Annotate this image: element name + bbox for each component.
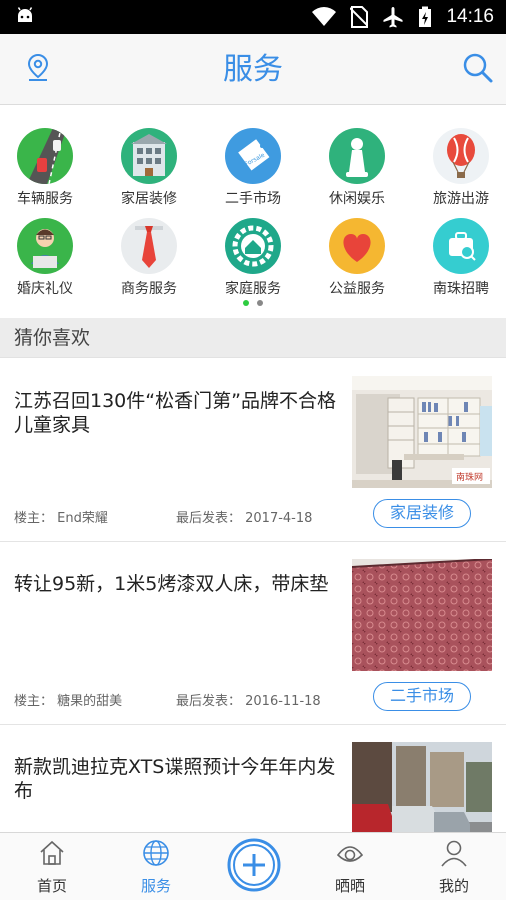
page-indicator	[0, 300, 506, 306]
necktie-icon	[121, 218, 177, 274]
tab-share[interactable]: 晒晒	[300, 833, 400, 900]
road-car-icon	[17, 128, 73, 184]
category-label: 商务服务	[121, 281, 177, 297]
post-title[interactable]: 转让95新，1米5烤漆双人床，带床垫	[14, 572, 344, 596]
section-header: 猜你喜欢	[0, 318, 506, 358]
category-grid: 车辆服务 家居装修 Forsale 二手市场 休闲娱乐 旅游出游 婚庆礼仪 商务…	[0, 106, 506, 318]
tab-home[interactable]: 首页	[2, 833, 102, 900]
tab-mine[interactable]: 我的	[404, 833, 504, 900]
post-item[interactable]: 江苏召回130件“松香门第”品牌不合格儿童家具 楼主： End荣耀 最后发表： …	[0, 359, 506, 542]
thumbnail-watermark: 南珠网	[456, 471, 483, 483]
tab-label: 首页	[36, 877, 67, 895]
section-title: 猜你喜欢	[14, 327, 91, 349]
chess-pawn-icon	[329, 128, 385, 184]
category-label: 二手市场	[225, 191, 281, 207]
wifi-icon	[312, 7, 337, 27]
category-label: 南珠招聘	[433, 281, 489, 297]
airplane-icon	[383, 7, 403, 28]
clock: 14:16	[446, 6, 494, 27]
heart-icon	[329, 218, 385, 274]
price-tag-icon: Forsale	[225, 128, 281, 184]
post-owner: 楼主： 糖果的甜美	[14, 694, 123, 709]
home-icon	[40, 840, 64, 865]
post-category-tag[interactable]: 二手市场	[373, 682, 471, 711]
post-last-date: 最后发表： 2016-11-18	[176, 694, 321, 709]
post-item[interactable]: 转让95新，1米5烤漆双人床，带床垫 楼主： 糖果的甜美 最后发表： 2016-…	[0, 542, 506, 725]
page-dot[interactable]	[257, 300, 263, 306]
category-business-service[interactable]: 商务服务	[97, 218, 201, 298]
category-label: 婚庆礼仪	[17, 281, 73, 297]
hot-air-balloon-icon	[433, 128, 489, 184]
category-label: 家居装修	[121, 191, 177, 207]
android-icon	[17, 7, 33, 22]
globe-icon	[143, 840, 169, 866]
top-header: 服务	[0, 34, 506, 105]
post-title[interactable]: 新款凯迪拉克XTS谍照预计今年年内发布	[14, 755, 344, 803]
post-thumbnail[interactable]: 南珠网	[352, 376, 492, 488]
plus-icon[interactable]	[227, 838, 281, 892]
category-label: 休闲娱乐	[329, 191, 385, 207]
post-last-date: 最后发表： 2017-4-18	[176, 511, 313, 526]
category-home-decoration[interactable]: 家居装修	[97, 128, 201, 208]
briefcase-icon	[433, 218, 489, 274]
post-title[interactable]: 江苏召回130件“松香门第”品牌不合格儿童家具	[14, 389, 344, 437]
status-bar: 14:16	[0, 0, 506, 34]
category-vehicle-service[interactable]: 车辆服务	[0, 128, 97, 208]
tab-label: 晒晒	[334, 877, 365, 895]
battery-charging-icon	[419, 6, 432, 27]
post-category-tag[interactable]: 家居装修	[373, 499, 471, 528]
eye-icon	[336, 846, 364, 862]
no-sim-icon	[350, 6, 369, 28]
tab-label: 我的	[438, 877, 469, 895]
user-icon	[441, 840, 467, 867]
category-travel[interactable]: 旅游出游	[409, 128, 506, 208]
category-leisure-entertainment[interactable]: 休闲娱乐	[305, 128, 409, 208]
tab-label: 服务	[140, 877, 171, 895]
category-label: 家庭服务	[225, 281, 281, 297]
category-public-welfare[interactable]: 公益服务	[305, 218, 409, 298]
category-label: 公益服务	[329, 281, 385, 297]
building-icon	[121, 128, 177, 184]
category-label: 车辆服务	[17, 191, 73, 207]
person-laptop-icon	[17, 218, 73, 274]
category-label: 旅游出游	[433, 191, 489, 207]
search-icon[interactable]	[462, 52, 494, 84]
tab-service[interactable]: 服务	[106, 833, 206, 900]
page-title: 服务	[223, 52, 283, 87]
post-owner: 楼主： End荣耀	[14, 511, 108, 526]
category-recruitment[interactable]: 南珠招聘	[409, 218, 506, 298]
post-thumbnail[interactable]	[352, 559, 492, 671]
category-home-service[interactable]: 家庭服务	[201, 218, 305, 298]
category-wedding-ceremony[interactable]: 婚庆礼仪	[0, 218, 97, 298]
category-second-hand-market[interactable]: Forsale 二手市场	[201, 128, 305, 208]
page-dot-active[interactable]	[243, 300, 249, 306]
house-gear-icon	[225, 218, 281, 274]
